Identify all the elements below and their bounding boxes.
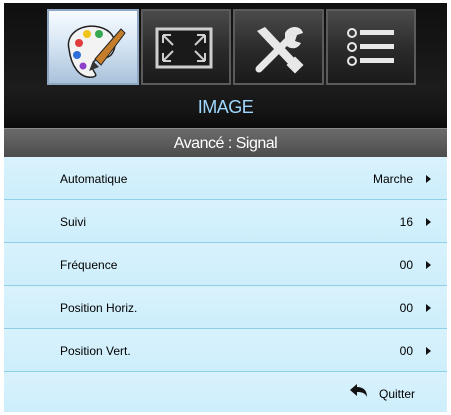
row-value: 00 <box>399 258 413 272</box>
row-label: Position Vert. <box>60 344 131 358</box>
screen-resize-icon <box>155 27 213 69</box>
menu-row-suivi[interactable]: Suivi 16 <box>4 200 447 243</box>
menu-row-frequence[interactable]: Fréquence 00 <box>4 243 447 286</box>
arrow-right-icon[interactable] <box>426 218 431 226</box>
row-label: Suivi <box>60 215 87 229</box>
tab-display[interactable] <box>141 9 231 85</box>
menu-row-position-horiz[interactable]: Position Horiz. 00 <box>4 286 447 329</box>
menu-tab-bar <box>4 3 447 87</box>
row-value: 16 <box>399 215 413 229</box>
row-value: 00 <box>399 344 413 358</box>
projector-osd-menu: IMAGE Avancé : Signal Automatique Marche… <box>0 0 451 415</box>
row-label: Fréquence <box>60 258 118 272</box>
tab-options[interactable] <box>326 9 416 85</box>
arrow-right-icon[interactable] <box>426 304 431 312</box>
options-list-icon <box>347 28 394 66</box>
tools-icon <box>255 27 304 74</box>
row-value: 00 <box>399 301 413 315</box>
row-label: Automatique <box>60 172 128 186</box>
tab-setup[interactable] <box>233 9 324 85</box>
arrow-right-icon[interactable] <box>426 175 431 183</box>
quit-row: Quitter <box>4 372 447 412</box>
menu-tab-strip <box>0 0 451 88</box>
submenu-title: Avancé : Signal <box>4 128 447 158</box>
arrow-right-icon[interactable] <box>426 347 431 355</box>
menu-row-automatique[interactable]: Automatique Marche <box>4 157 447 200</box>
palette-icon <box>67 25 126 78</box>
menu-title: IMAGE <box>4 87 447 128</box>
quit-label: Quitter <box>378 387 415 401</box>
return-arrow-icon <box>350 384 367 397</box>
tab-image[interactable] <box>47 9 139 85</box>
row-label: Position Horiz. <box>60 301 138 315</box>
row-value: Marche <box>372 172 413 186</box>
menu-row-position-vert[interactable]: Position Vert. 00 <box>4 329 447 372</box>
arrow-right-icon[interactable] <box>426 261 431 269</box>
